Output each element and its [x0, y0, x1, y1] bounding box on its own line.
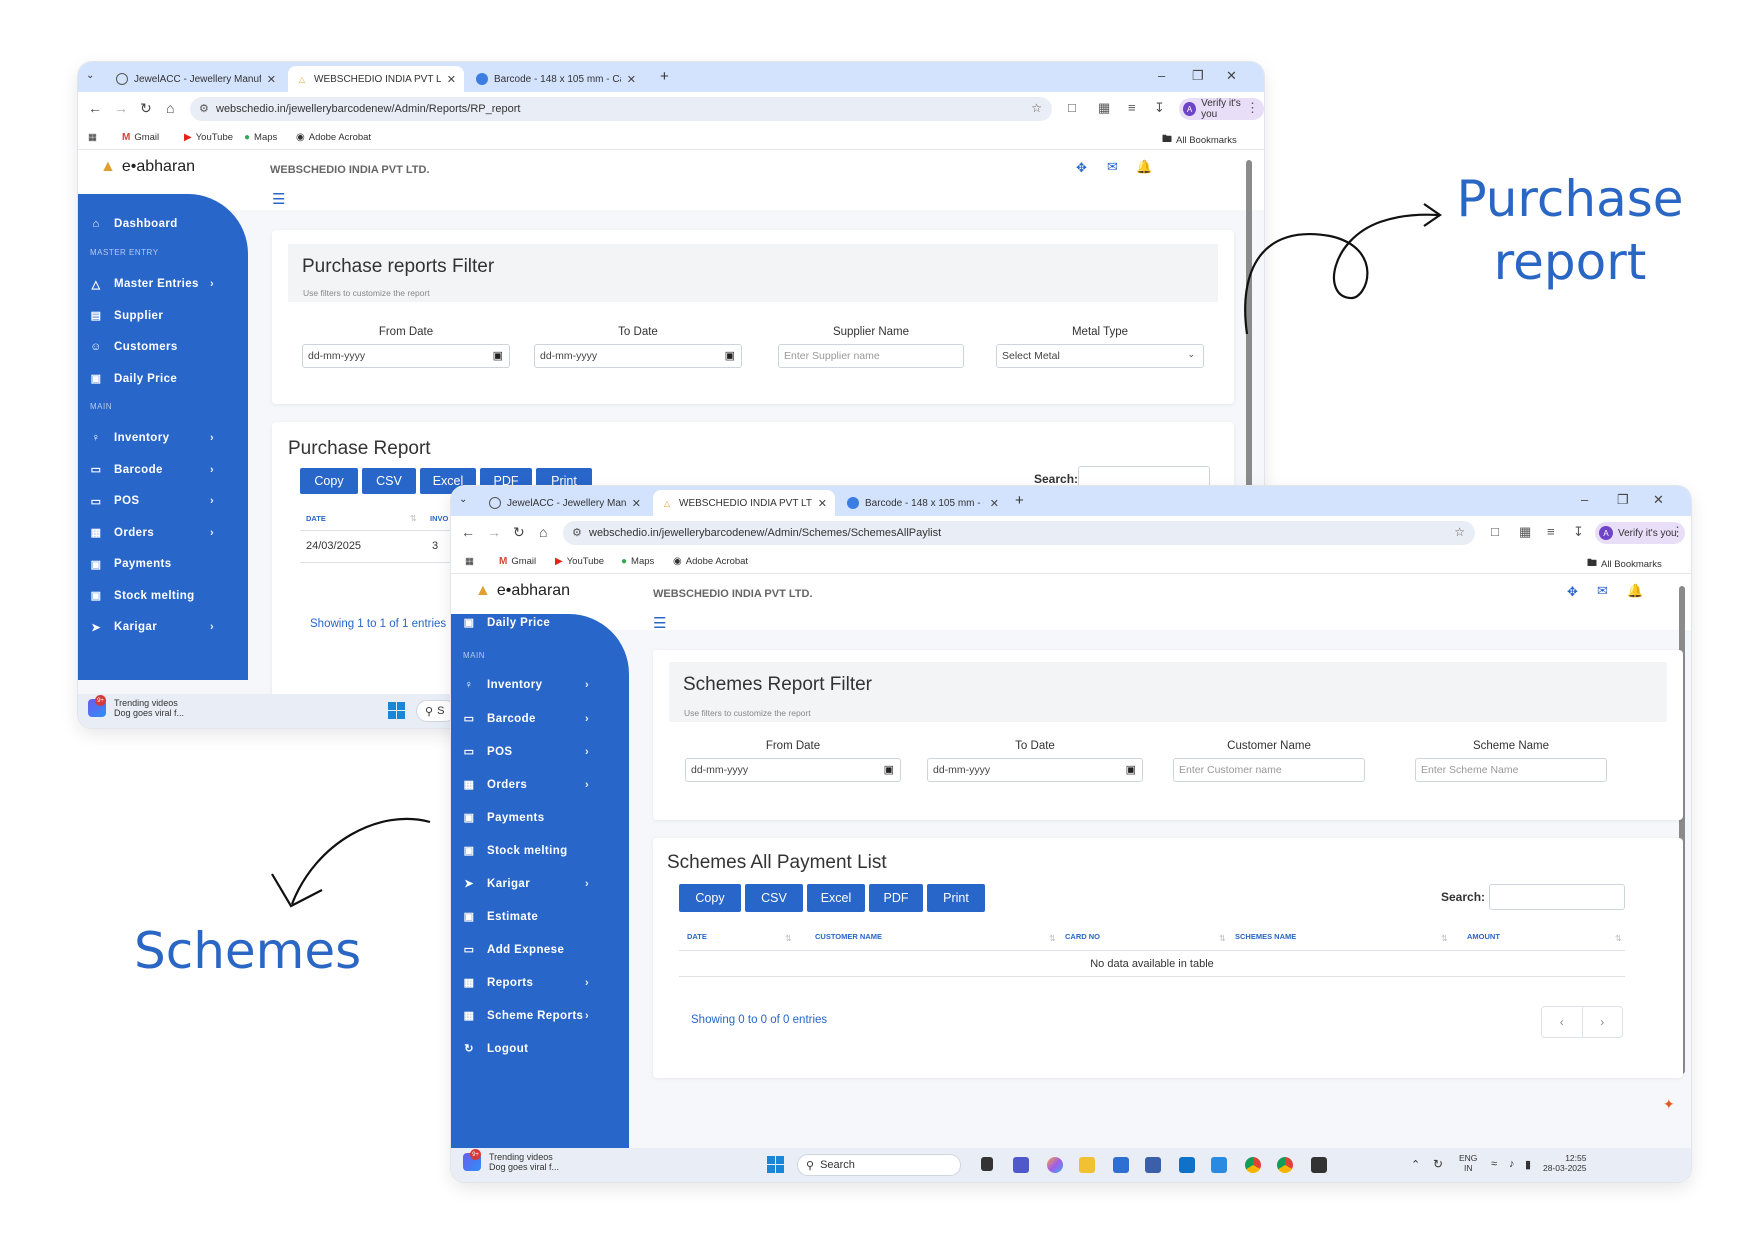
- stage: Purchase report Schemes ⌄ JewelACC - Jew…: [0, 0, 1748, 1240]
- arrow-to-purchase-label: [1244, 213, 1439, 335]
- annotation-arrows: [271, 203, 1442, 908]
- arrow-to-schemes-label: [290, 817, 431, 905]
- arrow-head-schemes: [271, 873, 323, 908]
